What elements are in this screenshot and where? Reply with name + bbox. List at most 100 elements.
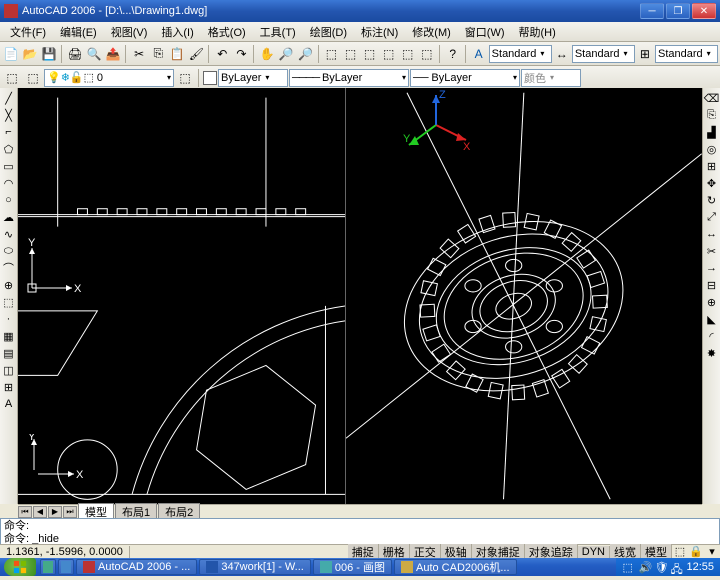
tray-network-icon[interactable]: 🖧 bbox=[670, 561, 682, 573]
undo-button[interactable]: ↶ bbox=[213, 44, 231, 64]
chamfer-tool[interactable]: ◣ bbox=[704, 311, 720, 327]
trim-tool[interactable]: ✂ bbox=[704, 243, 720, 259]
tab-nav-first[interactable]: ⏮ bbox=[18, 506, 32, 518]
zoom2-button[interactable]: 🔎 bbox=[296, 44, 314, 64]
table-icon[interactable]: ⊞ bbox=[636, 44, 654, 64]
system-tray[interactable]: ⬚ 🔊 🛡 🖧 12:55 bbox=[616, 558, 720, 576]
insert-tool[interactable]: ⊕ bbox=[1, 277, 17, 293]
task-autocad[interactable]: AutoCAD 2006 - ... bbox=[76, 559, 197, 575]
quick-launch-1[interactable] bbox=[40, 559, 56, 575]
plotstyle-dropdown[interactable]: 颜色▾ bbox=[521, 69, 581, 87]
rotate-tool[interactable]: ↻ bbox=[704, 192, 720, 208]
markup-button[interactable]: ⬚ bbox=[399, 44, 417, 64]
task-doc[interactable]: Auto CAD2006机... bbox=[394, 559, 517, 575]
pline-tool[interactable]: ⌐ bbox=[1, 124, 17, 140]
ellipsearc-tool[interactable]: ⌒ bbox=[1, 260, 17, 276]
menu-draw[interactable]: 绘图(D) bbox=[304, 22, 353, 42]
clock[interactable]: 12:55 bbox=[686, 561, 714, 573]
offset-tool[interactable]: ◎ bbox=[704, 141, 720, 157]
scale-tool[interactable]: ⤢ bbox=[704, 209, 720, 225]
menu-modify[interactable]: 修改(M) bbox=[406, 22, 457, 42]
tray-volume-icon[interactable]: 🔊 bbox=[638, 561, 650, 573]
menu-view[interactable]: 视图(V) bbox=[105, 22, 154, 42]
join-tool[interactable]: ⊕ bbox=[704, 294, 720, 310]
mtext-tool[interactable]: A bbox=[1, 396, 17, 412]
paste-button[interactable]: 📋 bbox=[168, 44, 186, 64]
revcloud-tool[interactable]: ☁ bbox=[1, 209, 17, 225]
layer-dropdown[interactable]: 💡❄🔓⬚ 0▾ bbox=[44, 69, 174, 87]
designctr-button[interactable]: ⬚ bbox=[341, 44, 359, 64]
save-button[interactable]: 💾 bbox=[40, 44, 58, 64]
tab-nav-last[interactable]: ⏭ bbox=[63, 506, 77, 518]
redo-button[interactable]: ↷ bbox=[232, 44, 250, 64]
text-style-dropdown[interactable]: Standard▾ bbox=[489, 45, 552, 63]
properties-button[interactable]: ⬚ bbox=[322, 44, 340, 64]
xline-tool[interactable]: ╳ bbox=[1, 107, 17, 123]
layer-state-button[interactable]: ⬚ bbox=[175, 68, 195, 88]
table-tool[interactable]: ⊞ bbox=[1, 379, 17, 395]
tray-icon[interactable]: ▾ bbox=[705, 546, 719, 558]
cut-button[interactable]: ✂ bbox=[130, 44, 148, 64]
preview-button[interactable]: 🔍 bbox=[85, 44, 103, 64]
publish-button[interactable]: 📤 bbox=[104, 44, 122, 64]
coordinates-display[interactable]: 1.1361, -1.5996, 0.0000 bbox=[0, 546, 130, 558]
quick-launch-2[interactable] bbox=[58, 559, 74, 575]
comm-icon[interactable]: ⬚ bbox=[673, 546, 687, 558]
layer-mgr-button[interactable]: ⬚ bbox=[2, 68, 22, 88]
task-word[interactable]: 347work[1] - W... bbox=[199, 559, 311, 575]
menu-dimension[interactable]: 标注(N) bbox=[355, 22, 404, 42]
viewport-left[interactable]: XY XY bbox=[18, 88, 346, 504]
dim-icon[interactable]: A bbox=[470, 44, 488, 64]
menu-format[interactable]: 格式(O) bbox=[202, 22, 252, 42]
command-window[interactable]: 命令: 命令: _hide 命令: bbox=[0, 518, 720, 546]
close-button[interactable]: ✕ bbox=[692, 3, 716, 19]
dim-style-dropdown[interactable]: Standard▾ bbox=[572, 45, 635, 63]
table-style-dropdown[interactable]: Standard▾ bbox=[655, 45, 718, 63]
ellipse-tool[interactable]: ⬭ bbox=[1, 243, 17, 259]
arc-tool[interactable]: ◠ bbox=[1, 175, 17, 191]
qcalc-button[interactable]: ⬚ bbox=[418, 44, 436, 64]
tray-icon-1[interactable]: ⬚ bbox=[622, 561, 634, 573]
task-paint[interactable]: 006 - 画图 bbox=[313, 559, 392, 575]
viewport-right[interactable]: X Y Z bbox=[346, 88, 702, 504]
erase-tool[interactable]: ⌫ bbox=[704, 90, 720, 106]
menu-insert[interactable]: 插入(I) bbox=[155, 22, 199, 42]
menu-tools[interactable]: 工具(T) bbox=[254, 22, 302, 42]
circle-tool[interactable]: ○ bbox=[1, 192, 17, 208]
pan-button[interactable]: ✋ bbox=[258, 44, 276, 64]
color-swatch[interactable] bbox=[203, 71, 217, 85]
line-tool[interactable]: ╱ bbox=[1, 90, 17, 106]
menu-file[interactable]: 文件(F) bbox=[4, 22, 52, 42]
tray-shield-icon[interactable]: 🛡 bbox=[654, 561, 666, 573]
array-tool[interactable]: ⊞ bbox=[704, 158, 720, 174]
new-button[interactable]: 📄 bbox=[2, 44, 20, 64]
block-tool[interactable]: ⬚ bbox=[1, 294, 17, 310]
minimize-button[interactable]: ─ bbox=[640, 3, 664, 19]
maximize-button[interactable]: ❐ bbox=[666, 3, 690, 19]
spline-tool[interactable]: ∿ bbox=[1, 226, 17, 242]
tab-nav-next[interactable]: ▶ bbox=[48, 506, 62, 518]
fillet-tool[interactable]: ◜ bbox=[704, 328, 720, 344]
lineweight-dropdown[interactable]: ── ByLayer▾ bbox=[410, 69, 520, 87]
layer-prev-button[interactable]: ⬚ bbox=[23, 68, 43, 88]
dim2-icon[interactable]: ↔ bbox=[553, 44, 571, 64]
menu-help[interactable]: 帮助(H) bbox=[513, 22, 562, 42]
menu-window[interactable]: 窗口(W) bbox=[459, 22, 511, 42]
extend-tool[interactable]: → bbox=[704, 260, 720, 276]
help-button[interactable]: ? bbox=[444, 44, 462, 64]
print-button[interactable]: 🖨 bbox=[66, 44, 84, 64]
lock-icon[interactable]: 🔒 bbox=[689, 546, 703, 558]
dyn-toggle[interactable]: DYN bbox=[578, 546, 610, 558]
copy-button[interactable]: ⎘ bbox=[149, 44, 167, 64]
sheetset-button[interactable]: ⬚ bbox=[380, 44, 398, 64]
stretch-tool[interactable]: ↔ bbox=[704, 226, 720, 242]
gradient-tool[interactable]: ▤ bbox=[1, 345, 17, 361]
move-tool[interactable]: ✥ bbox=[704, 175, 720, 191]
color-dropdown[interactable]: ByLayer▾ bbox=[218, 69, 288, 87]
hatch-tool[interactable]: ▦ bbox=[1, 328, 17, 344]
toolpal-button[interactable]: ⬚ bbox=[361, 44, 379, 64]
menu-edit[interactable]: 编辑(E) bbox=[54, 22, 103, 42]
rectangle-tool[interactable]: ▭ bbox=[1, 158, 17, 174]
zoom-button[interactable]: 🔎 bbox=[277, 44, 295, 64]
linetype-dropdown[interactable]: ──── ByLayer▾ bbox=[289, 69, 409, 87]
